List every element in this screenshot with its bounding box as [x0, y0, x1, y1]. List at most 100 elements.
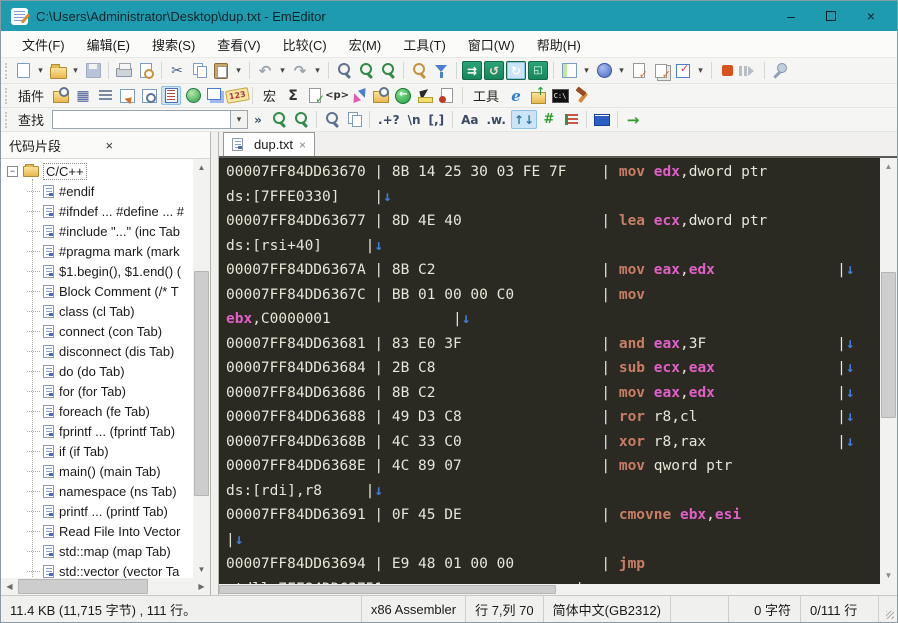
menu-item[interactable]: 文件(F) — [11, 31, 76, 58]
tab-dup-txt[interactable]: dup.txt × — [223, 132, 316, 156]
paste-button[interactable] — [211, 61, 231, 80]
find-next-button[interactable] — [291, 110, 311, 129]
select-macro-button[interactable] — [673, 61, 693, 80]
snippet-item[interactable]: connect (con Tab) — [1, 321, 193, 341]
cut-button[interactable] — [167, 61, 187, 80]
stop-macro-button[interactable] — [717, 61, 737, 80]
print-button[interactable] — [114, 61, 134, 80]
find-copy-button[interactable] — [344, 110, 364, 129]
sidebar-vertical-scrollbar[interactable]: ▲ ▼ — [193, 159, 210, 578]
match-case-button[interactable]: Aa — [458, 110, 481, 129]
menu-item[interactable]: 窗口(W) — [457, 31, 526, 58]
minimize-button[interactable]: – — [771, 1, 811, 31]
snippet-item[interactable]: disconnect (dis Tab) — [1, 341, 193, 361]
scroll-down-icon[interactable]: ▼ — [193, 561, 210, 578]
outline-plugin-button[interactable] — [161, 86, 182, 105]
scrollbar-thumb[interactable] — [194, 271, 209, 496]
macro-sort-arrows-button[interactable] — [349, 86, 369, 105]
editor-text-area[interactable]: 00007FF84DD63670 | 8B 14 25 30 03 FE 7F … — [219, 158, 880, 584]
regex-button[interactable]: .+? — [375, 110, 403, 129]
status-syntax[interactable]: x86 Assembler — [362, 596, 467, 622]
tool-internet-explorer-button[interactable] — [506, 86, 526, 105]
scroll-right-icon[interactable]: ▶ — [193, 578, 210, 595]
toolbar-grip[interactable] — [5, 111, 8, 128]
maximize-button[interactable] — [811, 1, 851, 31]
menu-item[interactable]: 查看(V) — [206, 31, 271, 58]
find-button[interactable] — [334, 61, 354, 80]
macro-dropdown[interactable] — [695, 61, 706, 80]
macro-sum-button[interactable] — [283, 86, 303, 105]
outline-dropdown[interactable] — [581, 61, 592, 80]
menu-item[interactable]: 编辑(E) — [76, 31, 141, 58]
editor-vertical-scrollbar[interactable]: ▲ ▼ — [880, 158, 897, 584]
collapse-icon[interactable]: − — [7, 165, 18, 177]
explorer-plugin-button[interactable] — [51, 86, 71, 105]
snippet-item[interactable]: for (for Tab) — [1, 381, 193, 401]
escape-sequence-button[interactable]: \n — [405, 110, 424, 129]
macro-red-marker-button[interactable] — [437, 86, 457, 105]
status-selected-chars[interactable]: 0 字符 — [729, 596, 801, 622]
scrollbar-thumb[interactable] — [881, 272, 896, 418]
scroll-up-icon[interactable]: ▲ — [193, 159, 210, 176]
macro-folder-search-button[interactable] — [371, 86, 391, 105]
menu-item[interactable]: 帮助(H) — [526, 31, 592, 58]
macro-check-document-button[interactable] — [305, 86, 325, 106]
scroll-down-icon[interactable]: ▼ — [880, 567, 897, 584]
htmlbar-plugin-button[interactable] — [73, 86, 93, 105]
snippet-item[interactable]: #pragma mark (mark — [1, 241, 193, 261]
undo-button[interactable] — [255, 61, 275, 80]
wrap-by-char-button[interactable] — [506, 61, 526, 80]
tool-open-folder-button[interactable] — [528, 85, 548, 105]
menu-item[interactable]: 宏(M) — [338, 31, 393, 58]
resize-grip[interactable] — [879, 596, 897, 622]
snippet-item[interactable]: #endif — [1, 181, 193, 201]
snippet-item[interactable]: std::vector (vector Ta — [1, 561, 193, 578]
macro-cursor-ruler-button[interactable] — [415, 86, 435, 105]
tool-command-prompt-button[interactable] — [550, 86, 570, 105]
projects-plugin-button[interactable] — [205, 86, 225, 105]
status-encoding[interactable]: 简体中文(GB2312) — [544, 596, 671, 622]
customize-pin-button[interactable] — [770, 61, 790, 80]
wrap-by-window-button[interactable] — [484, 61, 504, 80]
find-in-files-button[interactable] — [409, 61, 429, 80]
snippet-item[interactable]: Block Comment (/* T — [1, 281, 193, 301]
copy-button[interactable] — [189, 61, 209, 80]
display-panel-button[interactable] — [592, 110, 612, 129]
snippet-item[interactable]: std::map (map Tab) — [1, 541, 193, 561]
menu-item[interactable]: 搜索(S) — [141, 31, 206, 58]
find-previous-button[interactable] — [269, 110, 289, 129]
wrap-indicator-button[interactable] — [528, 61, 548, 80]
undo-dropdown[interactable] — [277, 61, 288, 80]
scroll-up-icon[interactable]: ▲ — [880, 158, 897, 175]
snippet-item[interactable]: Read File Into Vector — [1, 521, 193, 541]
go-button[interactable] — [623, 110, 643, 129]
snippet-item[interactable]: do (do Tab) — [1, 361, 193, 381]
find-input[interactable] — [52, 110, 231, 129]
new-file-dropdown[interactable] — [35, 61, 46, 80]
search-plugin-button[interactable] — [139, 86, 159, 105]
sidebar-horizontal-scrollbar[interactable]: ◀ ▶ — [1, 578, 210, 595]
snippets-plugin-button[interactable] — [117, 86, 137, 105]
print-preview-button[interactable] — [136, 61, 156, 80]
menu-item[interactable]: 工具(T) — [392, 31, 457, 58]
wordcount-plugin-button[interactable] — [95, 86, 115, 105]
find-combo-dropdown[interactable]: ▾ — [230, 110, 249, 129]
wordcomplete-plugin-button[interactable] — [227, 86, 247, 105]
playback-steps-button[interactable] — [739, 61, 759, 80]
find-next-button[interactable] — [356, 61, 376, 80]
snippet-item[interactable]: #ifndef ... #define ... # — [1, 201, 193, 221]
plugins-button[interactable] — [594, 61, 614, 80]
snippet-item[interactable]: #include "..." (inc Tab — [1, 221, 193, 241]
scroll-left-icon[interactable]: ◀ — [1, 578, 18, 595]
status-cursor-position[interactable]: 行 7,列 70 — [466, 596, 544, 622]
number-range-button[interactable]: [,] — [426, 110, 448, 129]
snippet-item[interactable]: foreach (fe Tab) — [1, 401, 193, 421]
tool-hammer-button[interactable] — [572, 86, 592, 105]
redo-button[interactable] — [290, 61, 310, 80]
toolbar-grip[interactable] — [5, 87, 8, 104]
outline-button[interactable] — [559, 61, 579, 80]
macro-back-button[interactable] — [393, 86, 413, 105]
snippet-item[interactable]: if (if Tab) — [1, 441, 193, 461]
find-dialog-button[interactable] — [322, 110, 342, 129]
macro-paragraph-tag-button[interactable] — [327, 86, 347, 105]
